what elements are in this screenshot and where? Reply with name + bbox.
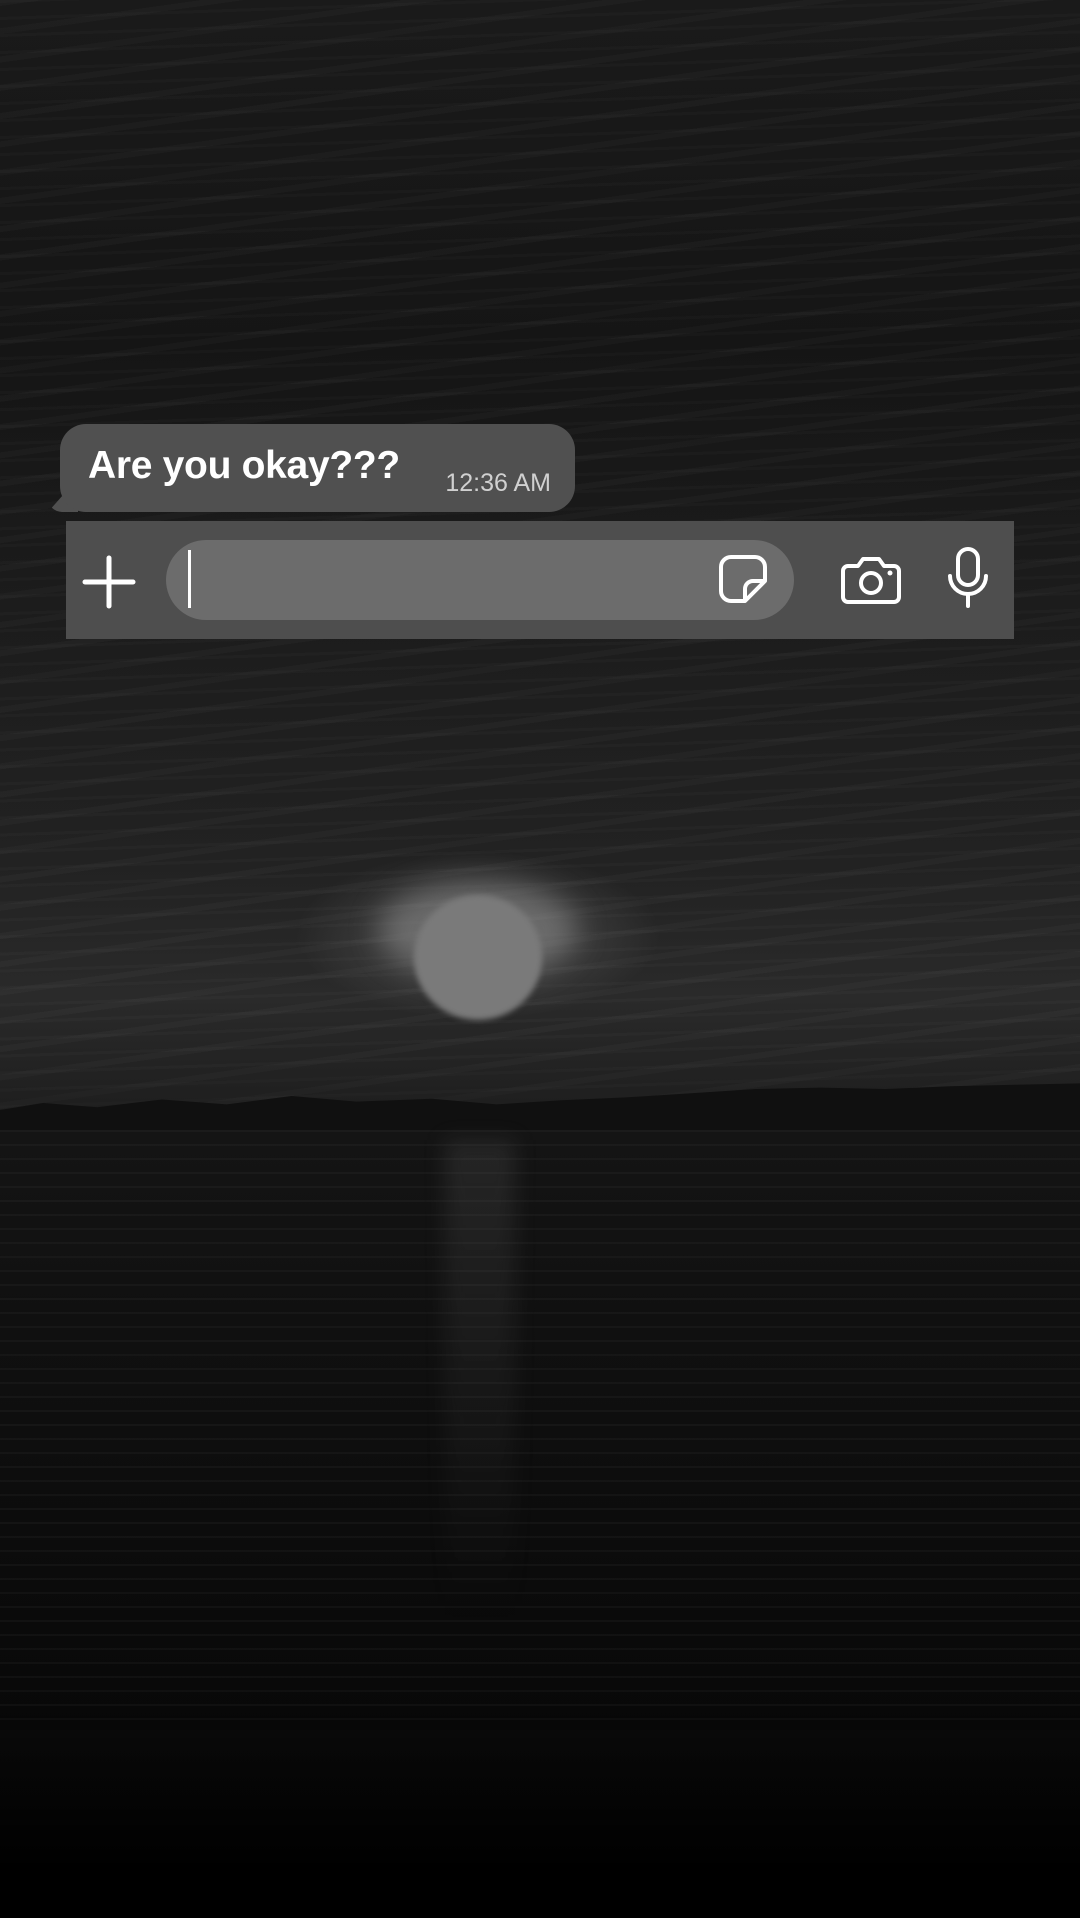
plus-icon[interactable] (82, 555, 136, 609)
message-bubble[interactable]: Are you okay??? 12:36 AM (60, 424, 575, 512)
microphone-icon[interactable] (946, 546, 990, 610)
message-timestamp: 12:36 AM (445, 469, 551, 497)
chat-screen: Are you okay??? 12:36 AM (0, 0, 1080, 1918)
text-caret (188, 550, 191, 608)
water (0, 1130, 1080, 1730)
sun (414, 895, 542, 1020)
message-text: Are you okay??? (88, 444, 400, 487)
message-input[interactable] (196, 544, 700, 618)
sun-reflection (445, 1140, 515, 1620)
sticker-icon[interactable] (717, 553, 769, 605)
camera-icon[interactable] (840, 554, 902, 606)
bottom-fade (0, 1698, 1080, 1918)
